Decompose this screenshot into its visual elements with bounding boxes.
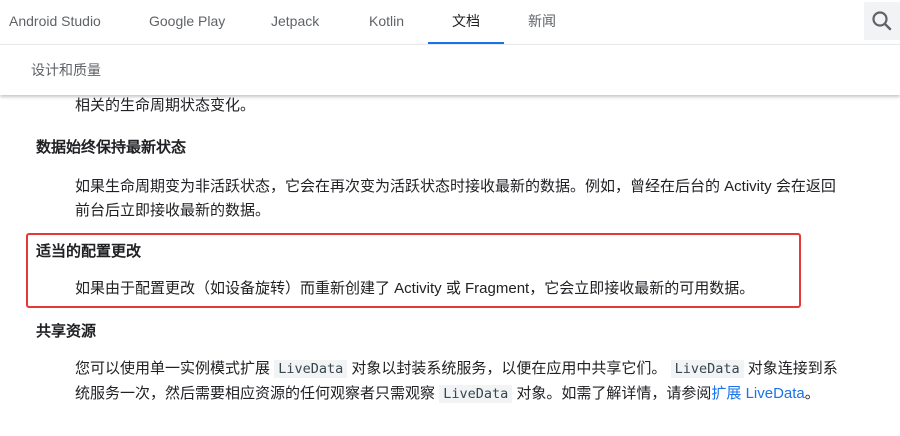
top-nav-bar: Android Studio Google Play Jetpack Kotli… (0, 0, 900, 44)
subnav-design-quality[interactable]: 设计和质量 (31, 60, 101, 80)
text-span: 对象以封装系统服务，以便在应用中共享它们。 (351, 360, 667, 377)
search-icon (872, 11, 892, 31)
paragraph-line: 如果生命周期变为非活跃状态，它会在再次变为活跃状态时接收最新的数据。例如，曾经在… (75, 178, 836, 195)
text-span: 。 (804, 385, 820, 402)
tab-kotlin[interactable]: Kotlin (369, 0, 404, 44)
tab-jetpack[interactable]: Jetpack (271, 0, 319, 44)
paragraph-tail: 相关的生命周期状态变化。 (75, 97, 256, 114)
code-livedata: LiveData (439, 385, 513, 403)
sub-nav-bar: 设计和质量 (0, 44, 900, 95)
link-extend-livedata[interactable]: 扩展 LiveData (711, 385, 804, 402)
tab-docs[interactable]: 文档 (428, 0, 504, 44)
text-span: 统服务一次，然后需要相应资源的任何观察者只需观察 (75, 385, 436, 402)
search-button[interactable] (864, 2, 900, 40)
code-livedata: LiveData (274, 360, 348, 378)
heading-shared-resources: 共享资源 (36, 323, 97, 340)
heading-data-up-to-date: 数据始终保持最新状态 (36, 139, 187, 156)
code-livedata: LiveData (670, 360, 744, 378)
paragraph-line: 前台后立即接收最新的数据。 (75, 202, 271, 219)
text-span: 对象连接到系 (747, 360, 838, 377)
text-span: 对象。如需了解详情，请参阅 (516, 385, 712, 402)
tab-android-studio[interactable]: Android Studio (9, 0, 101, 44)
paragraph-line: 您可以使用单一实例模式扩展 LiveData 对象以封装系统服务，以便在应用中共… (75, 356, 838, 382)
tab-google-play[interactable]: Google Play (149, 0, 225, 44)
article-content: 相关的生命周期状态变化。 数据始终保持最新状态 如果生命周期变为非活跃状态，它会… (0, 94, 900, 436)
paragraph-line: 如果由于配置更改（如设备旋转）而重新创建了 Activity 或 Fragmen… (75, 280, 755, 297)
tab-news[interactable]: 新闻 (528, 0, 556, 44)
text-span: 您可以使用单一实例模式扩展 (75, 360, 271, 377)
heading-config-changes: 适当的配置更改 (36, 243, 142, 260)
paragraph-line: 统服务一次，然后需要相应资源的任何观察者只需观察 LiveData 对象。如需了… (75, 381, 820, 407)
